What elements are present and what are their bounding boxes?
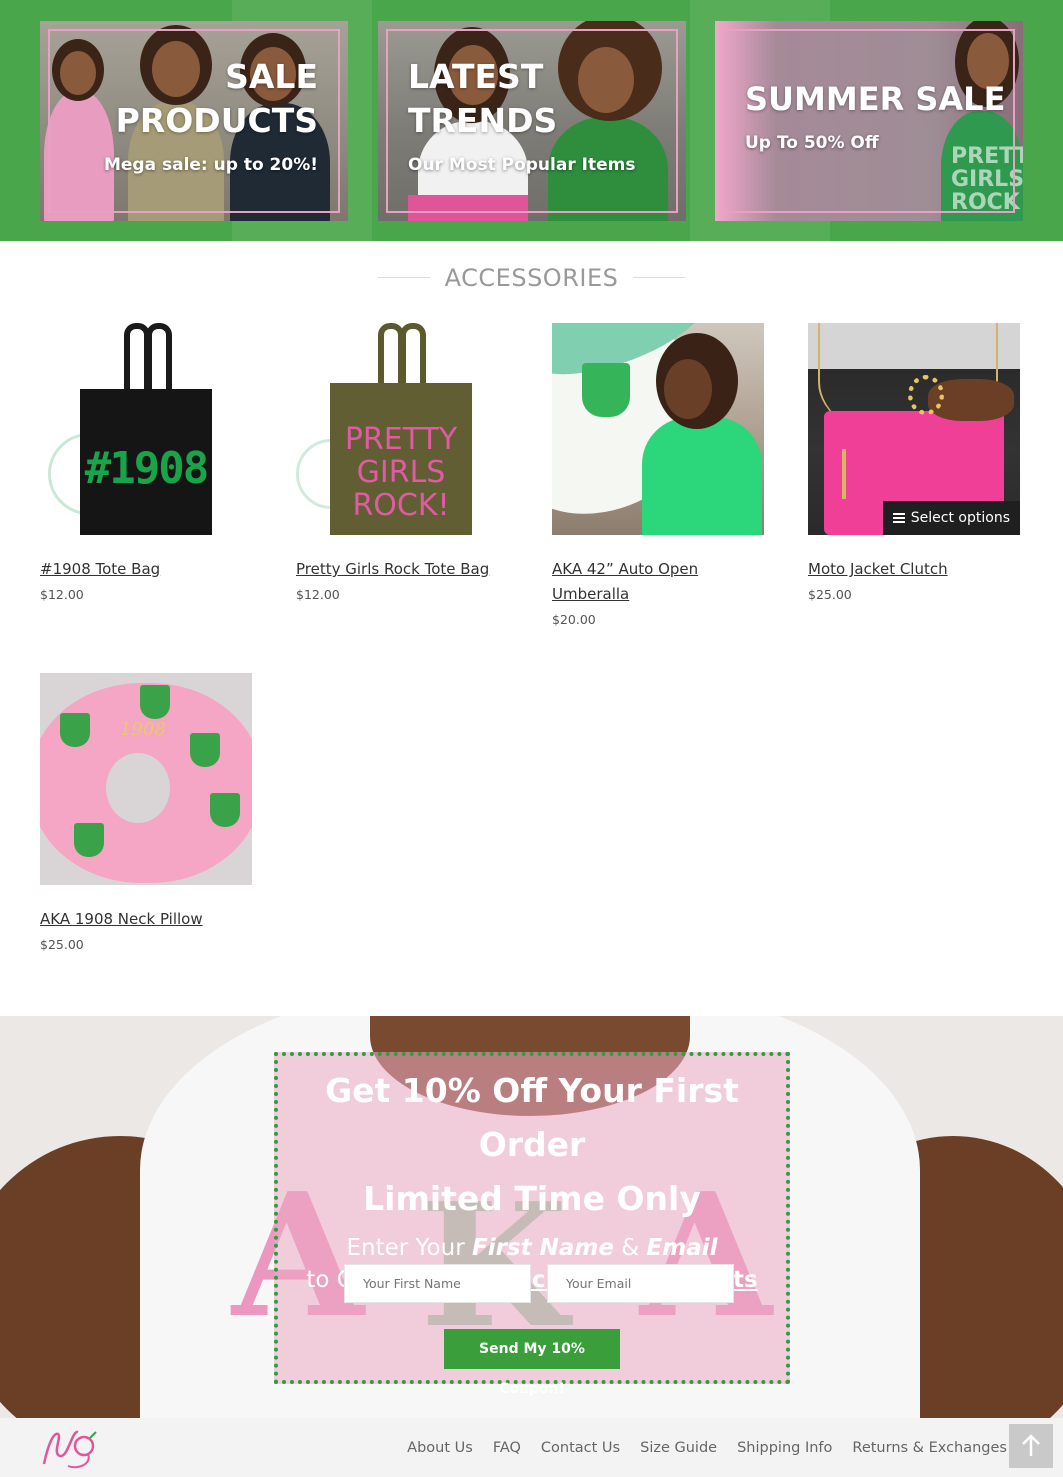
section-title: ACCESSORIES (444, 264, 619, 292)
banner-sale-products[interactable]: SALE PRODUCTS Mega sale: up to 20%! (40, 21, 348, 221)
promo-banner-strip: SALE PRODUCTS Mega sale: up to 20%! LATE… (0, 0, 1063, 241)
email-field[interactable] (547, 1264, 734, 1303)
product-image[interactable]: 1908 (40, 673, 252, 885)
banner-latest-trends[interactable]: LATEST TRENDS Our Most Popular Items (378, 21, 686, 221)
product-price: $12.00 (40, 587, 84, 602)
arrow-up-icon (1022, 1434, 1040, 1456)
newsletter-section: Α Α Κ Get 10% Off Your First Order Limit… (0, 1016, 1063, 1418)
footer: About Us FAQ Contact Us Size Guide Shipp… (0, 1418, 1063, 1477)
product-name-link[interactable]: Pretty Girls Rock Tote Bag (296, 557, 508, 582)
footer-nav: About Us FAQ Contact Us Size Guide Shipp… (407, 1418, 1007, 1477)
product-image[interactable]: #1908 (40, 323, 252, 535)
banner-subtitle: Mega sale: up to 20%! (103, 155, 318, 175)
product-name-link[interactable]: AKA 1908 Neck Pillow (40, 907, 252, 932)
banner-title: LATEST TRENDS (408, 57, 558, 140)
first-name-field[interactable] (344, 1264, 531, 1303)
list-icon (892, 513, 905, 523)
select-options-button[interactable]: Select options (882, 501, 1020, 535)
crest-icon (582, 363, 630, 417)
product-card: #1908 #1908 Tote Bag $12.00 (40, 323, 252, 602)
crest-icon (190, 733, 220, 767)
footer-link-size-guide[interactable]: Size Guide (640, 1440, 717, 1456)
product-price: $25.00 (808, 587, 852, 602)
pillow-hole (106, 753, 170, 823)
product-card: AKA 42” Auto Open Umberalla $20.00 (552, 323, 764, 627)
site-logo[interactable] (38, 1424, 102, 1472)
banner-subtitle: Up To 50% Off (745, 133, 879, 153)
product-card: Select options Moto Jacket Clutch $25.00 (808, 323, 1020, 602)
product-name-link[interactable]: Moto Jacket Clutch (808, 557, 1020, 582)
product-price: $20.00 (552, 612, 596, 627)
select-options-label: Select options (910, 510, 1010, 526)
zipper (842, 449, 846, 499)
banner-summer-sale[interactable]: PRETT GIRLS ROCK SUMMER SALE Up To 50% Off (715, 21, 1023, 221)
bracelet (908, 375, 944, 415)
crest-icon (140, 685, 170, 719)
crest-icon (74, 823, 104, 857)
product-card: PRETTY GIRLS ROCK! Pretty Girls Rock Tot… (296, 323, 508, 602)
product-price: $12.00 (296, 587, 340, 602)
divider (378, 277, 430, 278)
banner-subtitle: Our Most Popular Items (408, 155, 636, 175)
model-top (642, 417, 762, 535)
crest-icon (60, 713, 90, 747)
newsletter-subheadline: Limited Time Only (363, 1179, 701, 1218)
footer-link-returns[interactable]: Returns & Exchanges (852, 1440, 1007, 1456)
product-image[interactable]: Select options (808, 323, 1020, 535)
product-name-link[interactable]: #1908 Tote Bag (40, 557, 252, 582)
coupon-signup-box: Get 10% Off Your First Order Limited Tim… (274, 1052, 790, 1397)
divider (633, 277, 685, 278)
banner-title: SALE PRODUCTS (115, 57, 318, 140)
send-coupon-button[interactable]: Send My 10% Coupon! (444, 1329, 620, 1397)
bag-print: #1908 (84, 443, 209, 494)
crest-icon (210, 793, 240, 827)
banner-frame (723, 29, 1015, 213)
footer-link-shipping[interactable]: Shipping Info (737, 1440, 832, 1456)
back-to-top-button[interactable] (1009, 1424, 1053, 1468)
banner-title: SUMMER SALE (745, 80, 1006, 118)
product-card: 1908 AKA 1908 Neck Pillow $25.00 (40, 673, 252, 952)
product-price: $25.00 (40, 937, 84, 952)
bag-print: PRETTY GIRLS ROCK! (344, 422, 458, 523)
section-heading: ACCESSORIES (0, 258, 1063, 298)
product-image[interactable]: PRETTY GIRLS ROCK! (296, 323, 508, 535)
newsletter-headline: Get 10% Off Your First Order (325, 1071, 739, 1164)
product-name-link[interactable]: AKA 42” Auto Open Umberalla (552, 557, 764, 607)
newsletter-instructions: Enter Your First Name & Email (346, 1235, 718, 1261)
model-face (664, 359, 712, 419)
footer-link-faq[interactable]: FAQ (493, 1440, 521, 1456)
footer-link-contact[interactable]: Contact Us (541, 1440, 620, 1456)
footer-link-about[interactable]: About Us (407, 1440, 473, 1456)
product-image[interactable] (552, 323, 764, 535)
pillow-print: 1908 (120, 719, 166, 740)
